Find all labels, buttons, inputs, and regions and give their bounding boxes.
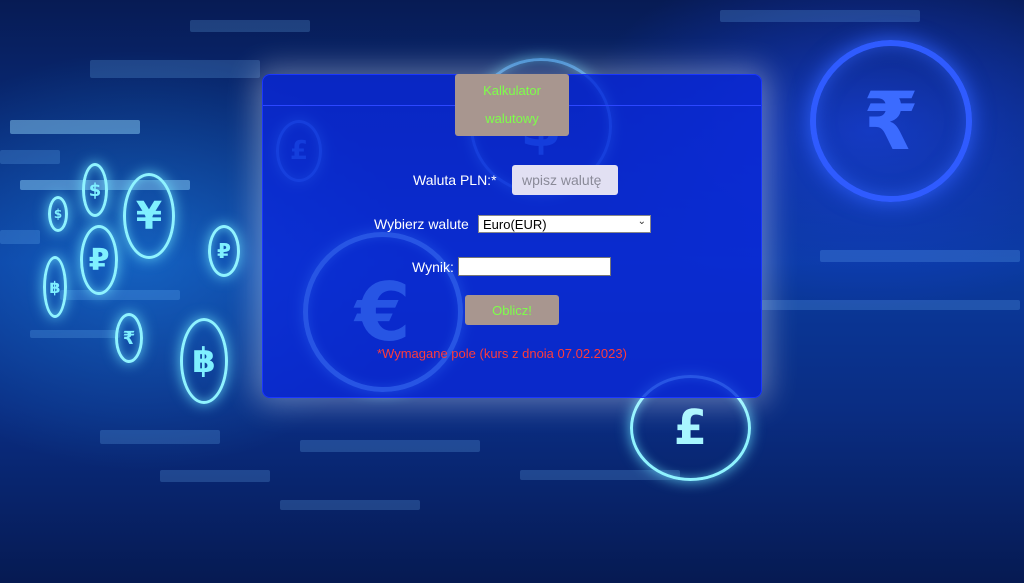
calculate-button[interactable]: Oblicz! [465, 295, 559, 325]
currency-select[interactable]: Euro(EUR) ⌄ [478, 215, 651, 233]
required-field-note: *Wymagane pole (kurs z dnoia 07.02.2023) [377, 346, 627, 361]
yen-coin-icon: ¥ [123, 173, 175, 259]
title-line-2: walutowy [485, 111, 539, 126]
rupee-coin-icon: ₹ [810, 40, 972, 202]
dollar-small-coin-icon: $ [82, 163, 108, 217]
chevron-down-icon: ⌄ [637, 216, 646, 227]
calculator-title: Kalkulator walutowy [455, 74, 569, 136]
baht-coin-icon: ฿ [180, 318, 228, 404]
title-line-1: Kalkulator [483, 83, 541, 98]
pln-amount-input[interactable] [512, 165, 618, 195]
ruble-small-coin-icon: ₽ [208, 225, 240, 277]
result-label: Wynik: [412, 259, 454, 275]
result-field[interactable] [458, 257, 611, 276]
dollar-tiny-coin-icon: $ [48, 196, 68, 232]
currency-label: Wybierz walute [374, 216, 469, 232]
ruble-coin-icon: ₽ [80, 225, 118, 295]
baht-small-coin-icon: ฿ [43, 256, 67, 318]
pln-label: Waluta PLN:* [413, 172, 497, 188]
rupee-small-coin-icon: ₹ [115, 313, 143, 363]
currency-selected-value: Euro(EUR) [483, 216, 547, 232]
